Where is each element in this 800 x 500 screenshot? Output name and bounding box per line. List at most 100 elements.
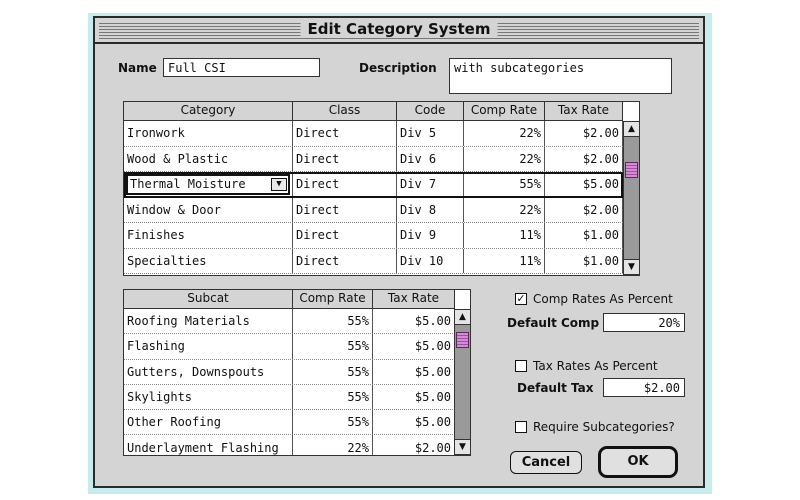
cell-comp-rate: 11% (464, 223, 545, 248)
category-table: Category Class Code Comp Rate Tax Rate I… (123, 101, 640, 276)
table-row[interactable]: Roofing Materials 55% $5.00 (124, 309, 455, 335)
table-row[interactable]: Finishes Direct Div 9 11% $1.00 (124, 223, 623, 249)
default-comp-label: Default Comp (507, 316, 600, 330)
cell-comp-rate: 22% (464, 146, 545, 171)
column-header-tax-rate[interactable]: Tax Rate (373, 290, 455, 308)
category-dropdown[interactable]: Thermal Moisture ▼ (126, 174, 290, 195)
cell-class: Direct (293, 121, 397, 146)
cell-category: Finishes (124, 223, 293, 248)
column-header-comp-rate[interactable]: Comp Rate (293, 290, 373, 308)
category-rows: Ironwork Direct Div 5 22% $2.00 Wood & Plasti… (124, 121, 623, 274)
triangle-down-icon[interactable]: ▼ (271, 177, 287, 191)
require-subcategories-checkbox[interactable] (515, 421, 527, 433)
column-header-subcat[interactable]: Subcat (124, 290, 293, 308)
title-bar[interactable]: Edit Category System (95, 18, 703, 44)
subcategory-table-header: Subcat Comp Rate Tax Rate (124, 290, 455, 309)
default-tax-label: Default Tax (517, 381, 594, 395)
category-scrollbar[interactable]: ▲ ▼ (623, 121, 639, 275)
column-header-category[interactable]: Category (124, 102, 293, 120)
name-label: Name (118, 61, 157, 75)
cell-tax-rate: $5.00 (373, 359, 455, 384)
default-comp-field[interactable]: 20% (603, 313, 685, 332)
table-row[interactable]: Other Roofing 55% $5.00 (124, 410, 455, 436)
default-tax-field[interactable]: $2.00 (603, 378, 685, 397)
subcategory-table: Subcat Comp Rate Tax Rate Roofing Materi… (123, 289, 471, 456)
cell-tax-rate: $5.00 (373, 410, 455, 435)
cell-class: Direct (293, 172, 397, 197)
cell-tax-rate: $2.00 (545, 146, 623, 171)
cell-tax-rate: $5.00 (373, 384, 455, 410)
up-arrow-icon[interactable]: ▲ (455, 309, 470, 325)
cell-tax-rate: $1.00 (545, 223, 623, 248)
ok-button[interactable]: OK (598, 446, 678, 478)
scroll-thumb[interactable] (625, 162, 638, 178)
cell-code: Div 10 (397, 248, 464, 273)
cell-class: Direct (293, 223, 397, 248)
cell-class: Direct (293, 197, 397, 222)
cell-class: Direct (293, 248, 397, 273)
column-header-class[interactable]: Class (293, 102, 397, 120)
cell-code: Div 7 (397, 172, 464, 197)
category-table-header: Category Class Code Comp Rate Tax Rate (124, 102, 623, 121)
down-arrow-icon[interactable]: ▼ (455, 439, 470, 455)
column-header-tax-rate[interactable]: Tax Rate (545, 102, 623, 120)
cell-comp-rate: 55% (293, 334, 373, 359)
cell-category: Wood & Plastic (124, 146, 293, 171)
cell-tax-rate: $2.00 (545, 197, 623, 222)
cell-tax-rate: $1.00 (545, 248, 623, 273)
require-subcategories-label: Require Subcategories? (533, 420, 675, 434)
table-row[interactable]: Ironwork Direct Div 5 22% $2.00 (124, 121, 623, 147)
description-field[interactable]: with subcategories (449, 58, 672, 94)
cell-category: Window & Door (124, 197, 293, 222)
subcategory-rows: Roofing Materials 55% $5.00 Flashing 55% $5.0… (124, 309, 455, 455)
cell-comp-rate: 22% (464, 121, 545, 146)
down-arrow-icon[interactable]: ▼ (624, 259, 639, 275)
description-label: Description (359, 61, 437, 75)
comp-percent-checkbox[interactable]: ✓ (515, 293, 527, 305)
cell-tax-rate: $2.00 (373, 435, 455, 455)
table-row[interactable]: Skylights 55% $5.00 (124, 384, 455, 411)
column-header-code[interactable]: Code (397, 102, 464, 120)
table-row[interactable]: Thermal Moisture ▼ Direct Div 7 55% $5.00 (124, 172, 623, 198)
cell-category: Specialties (124, 248, 293, 273)
cell-subcat: Flashing (124, 334, 293, 359)
scroll-thumb[interactable] (456, 332, 469, 348)
table-row[interactable]: Wood & Plastic Direct Div 6 22% $2.00 (124, 146, 623, 172)
cell-comp-rate: 55% (293, 384, 373, 410)
table-row[interactable]: Underlayment Flashing 22% $2.00 (124, 435, 455, 455)
up-arrow-icon[interactable]: ▲ (624, 121, 639, 137)
name-field[interactable]: Full CSI (163, 58, 320, 77)
cell-comp-rate: 55% (293, 359, 373, 384)
cell-tax-rate: $2.00 (545, 121, 623, 146)
cell-comp-rate: 55% (293, 309, 373, 334)
cell-code: Div 8 (397, 197, 464, 222)
cell-comp-rate: 11% (464, 248, 545, 273)
cell-comp-rate: 22% (464, 197, 545, 222)
edit-category-dialog: Edit Category System Name Full CSI Descr… (93, 16, 705, 488)
cancel-button[interactable]: Cancel (510, 451, 582, 474)
table-row[interactable]: Window & Door Direct Div 8 22% $2.00 (124, 197, 623, 223)
cell-code: Div 6 (397, 146, 464, 171)
table-row[interactable]: Flashing 55% $5.00 (124, 334, 455, 360)
category-dropdown-value: Thermal Moisture (130, 177, 246, 192)
cell-comp-rate: 55% (293, 410, 373, 435)
cell-subcat: Underlayment Flashing (124, 435, 293, 455)
cell-subcat: Gutters, Downspouts (124, 359, 293, 384)
column-header-comp-rate[interactable]: Comp Rate (464, 102, 545, 120)
tax-percent-label: Tax Rates As Percent (533, 359, 658, 373)
cell-category: Thermal Moisture ▼ (124, 172, 293, 197)
cell-tax-rate: $5.00 (545, 172, 623, 197)
cell-tax-rate: $5.00 (373, 309, 455, 334)
tax-percent-checkbox[interactable] (515, 360, 527, 372)
cell-subcat: Skylights (124, 384, 293, 410)
cell-code: Div 5 (397, 121, 464, 146)
table-row[interactable]: Gutters, Downspouts 55% $5.00 (124, 359, 455, 385)
cell-subcat: Other Roofing (124, 410, 293, 435)
cell-comp-rate: 22% (293, 435, 373, 455)
cell-code: Div 9 (397, 223, 464, 248)
cell-subcat: Roofing Materials (124, 309, 293, 334)
subcategory-scrollbar[interactable]: ▲ ▼ (454, 309, 470, 455)
table-row[interactable]: Specialties Direct Div 10 11% $1.00 (124, 248, 623, 274)
cell-tax-rate: $5.00 (373, 334, 455, 359)
cell-class: Direct (293, 146, 397, 171)
